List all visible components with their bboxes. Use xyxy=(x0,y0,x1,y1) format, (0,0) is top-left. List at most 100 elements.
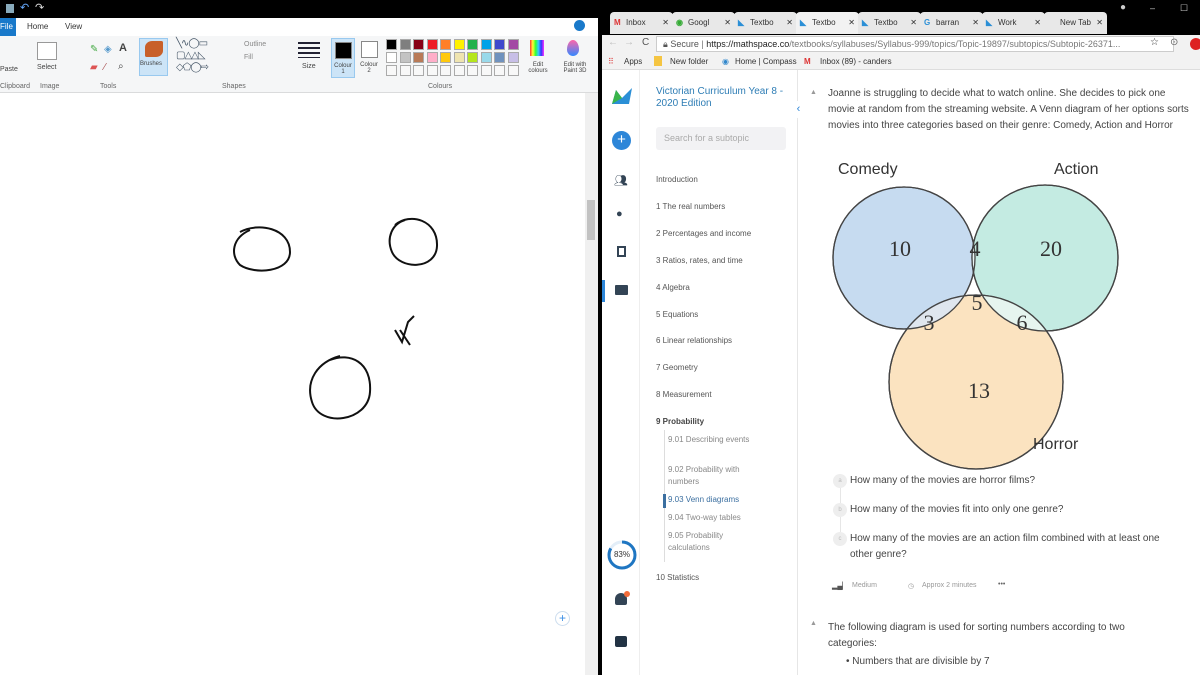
sidebar-item[interactable]: 6 Linear relationships xyxy=(656,336,732,345)
sidebar-subitem[interactable]: 9.05 Probability calculations xyxy=(668,530,758,554)
palette-swatch[interactable] xyxy=(386,39,397,50)
palette-swatch[interactable] xyxy=(399,65,411,76)
palette-swatch[interactable] xyxy=(386,52,397,63)
brushes-button[interactable]: Brushes xyxy=(139,38,168,76)
bookmark-apps[interactable]: Apps xyxy=(624,57,642,66)
browser-tab[interactable]: Gbarran ✕ xyxy=(920,12,983,34)
scrollbar-thumb[interactable] xyxy=(587,200,595,240)
collapse-question2-icon[interactable]: ▲ xyxy=(810,620,817,627)
palette-swatch[interactable] xyxy=(494,65,505,76)
close-tab-icon[interactable]: ✕ xyxy=(910,18,917,27)
add-icon[interactable]: + xyxy=(612,131,631,150)
palette-swatch[interactable] xyxy=(399,52,411,63)
palette-swatch[interactable] xyxy=(453,65,465,76)
sidebar-item[interactable]: 3 Ratios, rates, and time xyxy=(656,256,743,265)
bookmark-compass[interactable]: Home | Compass xyxy=(735,57,797,66)
palette-swatch[interactable] xyxy=(440,39,451,50)
extension-red-icon[interactable] xyxy=(1190,38,1200,50)
palette-swatch[interactable] xyxy=(507,52,519,63)
palette-swatch[interactable] xyxy=(399,39,411,50)
palette-swatch[interactable] xyxy=(467,65,478,76)
palette-swatch[interactable] xyxy=(467,39,478,50)
sidebar-item[interactable]: Introduction xyxy=(656,175,698,184)
forward-button[interactable]: → xyxy=(624,37,634,48)
add-button[interactable]: + xyxy=(555,611,570,626)
browser-tab[interactable]: M Inbox ✕ xyxy=(610,12,673,34)
sidebar-item[interactable]: 2 Percentages and income xyxy=(656,229,751,238)
extension-icon[interactable]: ⊙ xyxy=(1170,37,1178,48)
profile-icon[interactable]: ● xyxy=(616,208,623,220)
undo-icon[interactable]: ↶ xyxy=(20,1,29,14)
sidebar-subitem[interactable]: 9.04 Two-way tables xyxy=(668,512,758,524)
classes-icon[interactable]: 👥︎ xyxy=(614,174,628,187)
url-input[interactable]: 🔒︎ Secure | https://mathspace.co/textboo… xyxy=(656,36,1174,52)
sidebar-subitem[interactable]: 9.01 Describing events xyxy=(668,434,758,446)
sidebar-item[interactable]: 4 Algebra xyxy=(656,283,690,292)
bookmark-inbox[interactable]: Inbox (89) - canders xyxy=(820,57,892,66)
palette-swatch[interactable] xyxy=(453,52,465,63)
palette-swatch[interactable] xyxy=(467,52,478,63)
palette-swatch[interactable] xyxy=(426,39,438,50)
more-options-button[interactable]: ••• xyxy=(998,581,1005,588)
browser-tab[interactable]: ◉ Googl ✕ xyxy=(672,12,735,34)
text-icon[interactable]: A xyxy=(119,42,127,54)
back-button[interactable]: ← xyxy=(608,37,618,48)
documents-icon[interactable] xyxy=(617,246,626,257)
palette-swatch[interactable] xyxy=(413,52,424,63)
close-tab-icon[interactable]: ✕ xyxy=(662,18,669,27)
outline-button[interactable]: Outline xyxy=(244,41,266,48)
browser-tab[interactable]: ◣ Work ✕ xyxy=(982,12,1045,34)
sidebar-item[interactable]: 1 The real numbers xyxy=(656,202,725,211)
fill-icon[interactable]: ◈ xyxy=(104,44,112,55)
sidebar-item[interactable]: 9 Probability xyxy=(656,417,704,426)
sidebar-item[interactable]: 10 Statistics xyxy=(656,573,699,582)
palette-swatch[interactable] xyxy=(480,52,492,63)
tab-view[interactable]: View xyxy=(65,22,82,31)
browser-tab[interactable]: New Tab ✕ xyxy=(1044,12,1107,34)
edit-colours-button[interactable]: Edit colours xyxy=(524,62,552,74)
sidebar-subitem[interactable]: 9.02 Probability with numbers xyxy=(668,464,758,488)
fill-button[interactable]: Fill xyxy=(244,54,253,61)
sidebar-item[interactable]: 7 Geometry xyxy=(656,363,698,372)
shapes-gallery[interactable]: ╲∿◯▭ ▢△△◺ ◇⬠◯⇨ xyxy=(176,38,232,74)
colour-picker-icon[interactable]: ⁄ xyxy=(104,62,106,73)
paste-button[interactable]: Paste xyxy=(0,66,18,73)
bookmark-star-icon[interactable]: ☆ xyxy=(1150,37,1159,48)
browser-tab[interactable]: ◣ Textbo ✕ xyxy=(734,12,797,34)
sidebar-item[interactable]: 8 Measurement xyxy=(656,390,712,399)
palette-swatch[interactable] xyxy=(386,65,397,76)
palette-swatch[interactable] xyxy=(507,39,519,50)
select-button[interactable]: Select xyxy=(37,64,56,71)
palette-swatch[interactable] xyxy=(480,39,492,50)
palette-swatch[interactable] xyxy=(413,39,424,50)
notifications-icon[interactable] xyxy=(615,591,630,605)
colour2-button[interactable]: Colour 2 xyxy=(358,38,382,78)
save-icon[interactable] xyxy=(6,4,14,13)
palette-swatch[interactable] xyxy=(426,52,438,63)
palette-swatch[interactable] xyxy=(426,65,438,76)
palette-swatch[interactable] xyxy=(494,39,505,50)
bookmark-new-folder[interactable]: New folder xyxy=(670,57,708,66)
textbook-icon[interactable] xyxy=(615,285,628,295)
textbook-title[interactable]: Victorian Curriculum Year 8 - 2020 Editi… xyxy=(656,86,791,110)
edit-with-paint3d-button[interactable]: Edit with Paint 3D xyxy=(558,62,592,74)
chat-icon[interactable] xyxy=(615,636,627,647)
reload-button[interactable]: C xyxy=(642,37,649,48)
pencil-icon[interactable]: ✎ xyxy=(90,44,98,55)
minimize-button[interactable]: – xyxy=(1150,3,1155,13)
close-tab-icon[interactable]: ✕ xyxy=(724,18,731,27)
canvas-scrollbar[interactable] xyxy=(585,93,598,675)
close-tab-icon[interactable]: ✕ xyxy=(786,18,793,27)
magnifier-icon[interactable]: ⌕ xyxy=(118,61,124,72)
browser-tab[interactable]: ◣ Textbo ✕ xyxy=(796,12,859,34)
palette-swatch[interactable] xyxy=(440,65,451,76)
eraser-icon[interactable]: ▰ xyxy=(90,62,98,73)
sidebar-subitem[interactable]: 9.03 Venn diagrams xyxy=(668,494,758,506)
close-tab-icon[interactable]: ✕ xyxy=(1096,18,1103,27)
close-tab-icon[interactable]: ✕ xyxy=(848,18,855,27)
maximize-button[interactable]: ☐ xyxy=(1180,3,1188,14)
redo-icon[interactable]: ↷ xyxy=(35,1,44,14)
subtopic-search-input[interactable]: Search for a subtopic xyxy=(656,127,786,150)
sidebar-item[interactable]: 5 Equations xyxy=(656,310,698,319)
palette-swatch[interactable] xyxy=(507,65,519,76)
